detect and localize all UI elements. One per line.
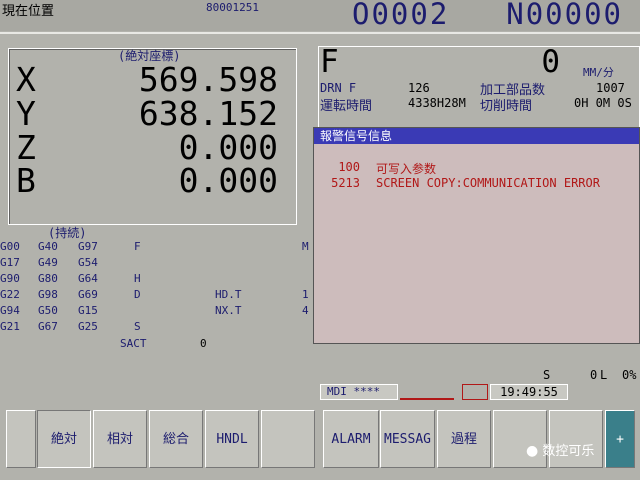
modal-cell: M: [302, 240, 309, 253]
spindle-label: S: [543, 368, 551, 382]
modal-cell: G49: [38, 256, 58, 269]
load-label: L: [600, 368, 608, 382]
alarm-text-2: SCREEN COPY:COMMUNICATION ERROR: [376, 176, 600, 190]
modal-cell: NX.T: [215, 304, 242, 317]
modal-cell: G25: [78, 320, 98, 333]
modal-cell: G50: [38, 304, 58, 317]
program-number: O0002 N00000: [352, 0, 623, 31]
drn-value: 126: [408, 81, 430, 95]
modal-cell: S: [134, 320, 141, 333]
modal-cell: HD.T: [215, 288, 242, 301]
modal-cell: G40: [38, 240, 58, 253]
modal-cell: G17: [0, 256, 20, 269]
softkey-1[interactable]: [6, 410, 36, 468]
softkey-6[interactable]: [261, 410, 315, 468]
modal-cell: G97: [78, 240, 98, 253]
modal-cell: G15: [78, 304, 98, 317]
sact-label: SACT: [120, 337, 147, 350]
modal-cell: H: [134, 272, 141, 285]
clock: 19:49:55: [490, 384, 568, 400]
softkey-12[interactable]: +: [605, 410, 635, 468]
feed-unit: MM/分: [583, 66, 614, 79]
alarm-code-1: 100: [338, 160, 360, 174]
softkey-3[interactable]: 相対: [93, 410, 147, 468]
modal-cell: G98: [38, 288, 58, 301]
modal-cell: G00: [0, 240, 20, 253]
softkey-11[interactable]: [549, 410, 603, 468]
softkey-9[interactable]: 過程: [437, 410, 491, 468]
modal-cell: G22: [0, 288, 20, 301]
modal-heading: (持続): [48, 226, 87, 240]
softkey-8[interactable]: MESSAG: [380, 410, 435, 468]
spindle-value: 0: [590, 368, 598, 382]
modal-cell: G64: [78, 272, 98, 285]
mode-status-bar: MDI **** 19:49:55: [320, 384, 638, 400]
parts-value: 1007: [596, 81, 625, 95]
softkey-4[interactable]: 総合: [149, 410, 203, 468]
feed-label: F: [320, 44, 339, 80]
modal-cell: G90: [0, 272, 20, 285]
header-divider: [0, 32, 640, 34]
modal-cell: G80: [38, 272, 58, 285]
program-id: 80001251: [206, 1, 259, 14]
drn-label: DRN F: [320, 81, 357, 95]
axis-b-value: 0.000: [178, 161, 278, 200]
o-number: O0002: [352, 0, 450, 31]
battery-indicator: [462, 384, 488, 400]
wechat-icon: ●: [526, 443, 539, 459]
sact-value: 0: [200, 337, 207, 350]
alarm-text-1: 可写入参数: [376, 162, 437, 176]
modal-cell: D: [134, 288, 141, 301]
mode-indicator: MDI ****: [320, 384, 398, 400]
watermark: ● 数控可乐: [526, 440, 594, 459]
softkey-2[interactable]: 絶対: [37, 410, 91, 468]
alarm-indicator: [400, 386, 454, 400]
modal-cell: G67: [38, 320, 58, 333]
run-time-value: 4338H28M: [408, 96, 466, 110]
softkey-7[interactable]: ALARM: [323, 410, 379, 468]
feed-value: 0: [541, 44, 560, 80]
softkey-5[interactable]: HNDL: [205, 410, 259, 468]
modal-cell: G54: [78, 256, 98, 269]
cut-time-label: 切削時間: [480, 99, 533, 114]
screen-title: 現在位置: [2, 4, 55, 19]
alarm-window-title: 報警信号信息: [314, 128, 639, 144]
modal-cell: G69: [78, 288, 98, 301]
watermark-text: 数控可乐: [542, 444, 595, 459]
run-time-label: 運転時間: [320, 99, 373, 114]
alarm-window[interactable]: 報警信号信息 100 可写入参数 5213 SCREEN COPY:COMMUN…: [313, 127, 640, 344]
feed-panel: [318, 46, 640, 128]
load-value: 0%: [622, 368, 637, 382]
modal-cell: G21: [0, 320, 20, 333]
modal-cell: F: [134, 240, 141, 253]
modal-cell: G94: [0, 304, 20, 317]
modal-cell: 4: [302, 304, 309, 317]
softkey-10[interactable]: [493, 410, 547, 468]
cut-time-value: 0H 0M 0S: [574, 96, 632, 110]
modal-cell: 1: [302, 288, 309, 301]
alarm-code-2: 5213: [331, 176, 360, 190]
n-number: N00000: [506, 0, 624, 31]
